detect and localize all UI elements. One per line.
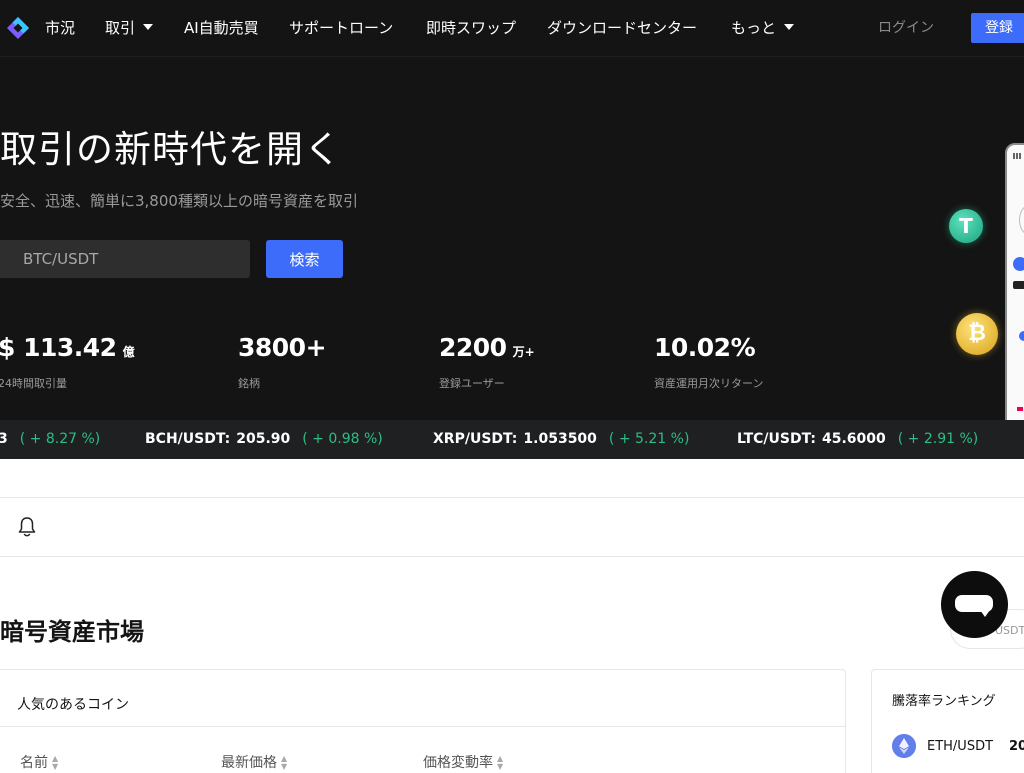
column-header-name[interactable]: 名前 ▲ ▼ [20, 752, 58, 772]
sort-icon: ▲ ▼ [497, 754, 504, 771]
top-navbar: 市況 取引 AI自動売買 サポートローン 即時スワップ ダウンロードセンター も… [0, 0, 1024, 56]
divider [0, 556, 1024, 557]
logo-icon[interactable] [6, 16, 30, 40]
bitcoin-coin-icon: ₿ [956, 313, 998, 355]
ethereum-icon [892, 734, 916, 758]
popular-coins-card: 人気のあるコイン 名前 ▲ ▼ 最新価格 ▲ ▼ 価格変動率 ▲ ▼ [0, 669, 846, 773]
chevron-down-icon [143, 23, 154, 30]
ticker-item[interactable]: 3( + 8.27 %) [0, 430, 100, 449]
chat-icon-tail [980, 610, 990, 617]
stat-users: 2200 万+ [439, 333, 535, 362]
ticker-item[interactable]: LTC/USDT: 45.6000( + 2.91 %) [737, 430, 978, 449]
nav-market[interactable]: 市況 [45, 17, 75, 39]
divider [0, 497, 1024, 498]
column-header-price[interactable]: 最新価格 ▲ ▼ [221, 752, 287, 772]
ranking-value: 20 [1009, 739, 1024, 754]
ticker-item[interactable]: XRP/USDT: 1.053500( + 5.21 %) [433, 430, 689, 449]
stat-volume: $ 113.42 億 [0, 333, 135, 362]
chevron-down-icon [784, 23, 795, 30]
nav-download-center[interactable]: ダウンロードセンター [547, 17, 697, 39]
nav-instant-swap[interactable]: 即時スワップ [426, 17, 516, 39]
price-ticker: 3( + 8.27 %) BCH/USDT: 205.90( + 0.98 %) … [0, 420, 1024, 459]
hero-section: 取引の新時代を開く 安全、迅速、簡単に3,800種類以上の暗号資産を取引 検索 … [0, 56, 1024, 437]
search-input[interactable] [0, 240, 250, 278]
tether-coin-icon: T [949, 209, 983, 243]
stat-users-label: 登録ユーザー [439, 377, 505, 390]
sort-icon: ▲ ▼ [281, 754, 288, 771]
nav-trade[interactable]: 取引 [105, 17, 154, 39]
sort-icon: ▲ ▼ [52, 754, 59, 771]
login-link[interactable]: ログイン [878, 18, 934, 38]
nav-ai-trading[interactable]: AI自動売買 [184, 17, 259, 39]
ticker-item[interactable]: BCH/USDT: 205.90( + 0.98 %) [145, 430, 383, 449]
hero-title: 取引の新時代を開く [0, 128, 342, 171]
stat-return-label: 資産運用月次リターン [654, 377, 764, 390]
card-heading: 騰落率ランキング [892, 694, 996, 709]
stat-symbols: 3800+ [238, 333, 327, 362]
phone-mockup [1005, 143, 1024, 437]
search-button[interactable]: 検索 [266, 240, 343, 278]
stat-symbols-label: 銘柄 [238, 377, 260, 390]
divider [0, 726, 845, 727]
nav-more[interactable]: もっと [731, 17, 795, 39]
stat-return: 10.02% [654, 333, 756, 362]
bell-icon[interactable] [17, 516, 37, 538]
stat-volume-label: 24時間取引量 [0, 377, 67, 390]
card-heading: 人気のあるコイン [17, 697, 129, 713]
ranking-card: 騰落率ランキング ETH/USDT 20 [871, 669, 1024, 773]
hero-subtitle: 安全、迅速、簡単に3,800種類以上の暗号資産を取引 [0, 192, 358, 210]
register-button[interactable]: 登録 [971, 13, 1024, 43]
nav-support-loan[interactable]: サポートローン [289, 17, 393, 39]
section-title: 暗号資産市場 [0, 618, 144, 646]
ranking-pair[interactable]: ETH/USDT [927, 739, 993, 754]
column-header-change[interactable]: 価格変動率 ▲ ▼ [423, 752, 503, 772]
